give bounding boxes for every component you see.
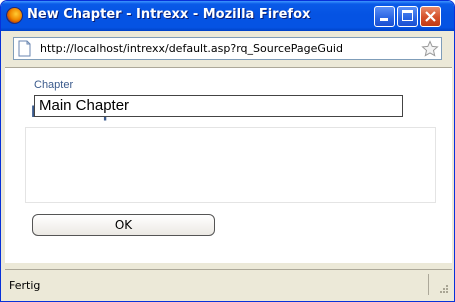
page-icon <box>18 40 31 57</box>
url-field[interactable]: http://localhost/intrexx/default.asp?rq_… <box>13 37 442 60</box>
page-content: New Chapter Chapter Main Chapter OK <box>5 67 452 263</box>
resize-grip-icon[interactable] <box>435 282 449 296</box>
url-text: http://localhost/intrexx/default.asp?rq_… <box>40 42 343 55</box>
address-bar: http://localhost/intrexx/default.asp?rq_… <box>5 31 452 67</box>
status-bar: Fertig <box>5 269 452 299</box>
browser-window: New Chapter - Intrexx - Mozilla Firefox … <box>0 0 455 302</box>
window-title: New Chapter - Intrexx - Mozilla Firefox <box>27 7 311 22</box>
form-panel <box>25 127 436 203</box>
maximize-icon <box>402 10 413 21</box>
status-text: Fertig <box>9 279 41 292</box>
minimize-icon <box>380 18 388 21</box>
status-divider <box>428 274 429 295</box>
maximize-button[interactable] <box>397 6 418 27</box>
star-icon[interactable] <box>421 40 439 58</box>
chapter-label: Chapter <box>34 79 74 91</box>
title-bar[interactable]: New Chapter - Intrexx - Mozilla Firefox <box>1 1 454 31</box>
minimize-button[interactable] <box>374 6 395 27</box>
firefox-icon <box>6 7 23 24</box>
chapter-input[interactable]: Main Chapter <box>34 95 403 117</box>
close-button[interactable] <box>420 6 441 27</box>
close-icon <box>425 11 436 22</box>
ok-button[interactable]: OK <box>32 214 215 236</box>
